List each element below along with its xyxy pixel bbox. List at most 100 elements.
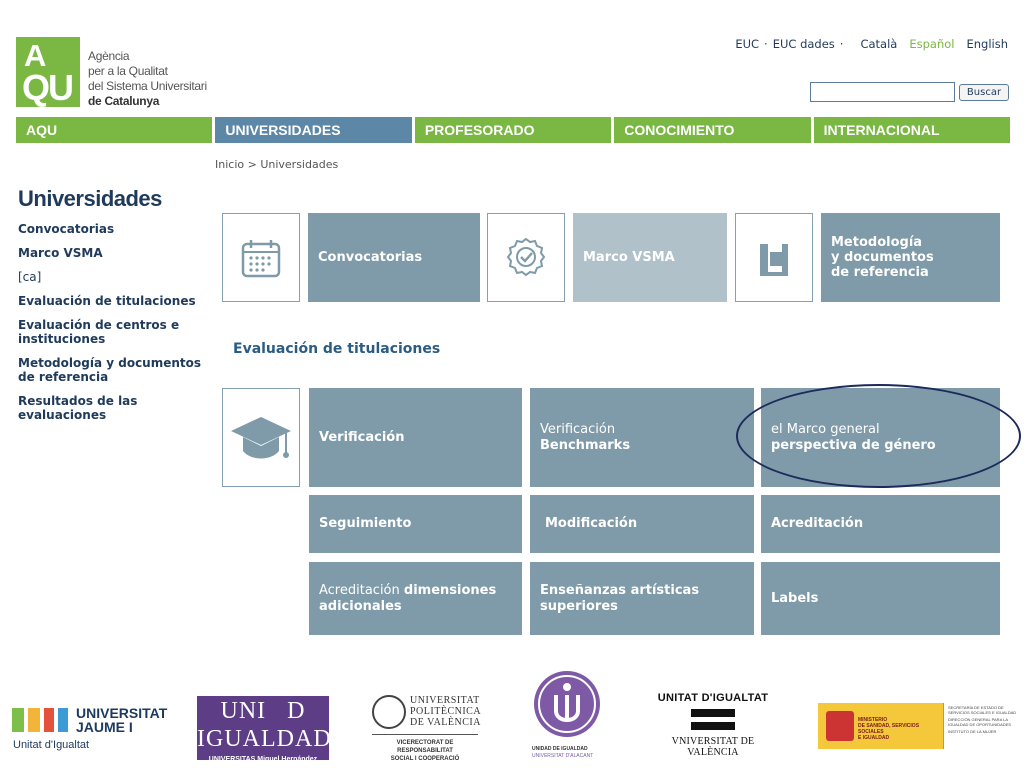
tile-line-bold: dimensiones bbox=[403, 582, 497, 598]
sidebar-menu: Convocatorias Marco VSMA [ca] Evaluación… bbox=[18, 222, 213, 432]
binder-icon bbox=[760, 243, 788, 276]
sidebar-item-ca[interactable]: [ca] bbox=[18, 270, 213, 284]
umh-igualdad-logo: UNI D IGUALDAD UNIVERSITAS Miguel Hernán… bbox=[197, 696, 332, 763]
annotation-ellipse bbox=[736, 384, 1021, 488]
tile-seguimiento[interactable]: Seguimiento bbox=[309, 495, 522, 553]
search-input[interactable] bbox=[810, 82, 955, 102]
ministerio-subunits: SECRETARÍA DE ESTADO DE SERVICIOS SOCIAL… bbox=[943, 703, 1018, 749]
section-title: Evaluación de titulaciones bbox=[233, 341, 441, 357]
logo-name-line: Agència bbox=[88, 49, 130, 63]
uji-name-line: UNIVERSITAT bbox=[76, 705, 168, 721]
ua-circle-icon bbox=[534, 671, 600, 737]
sidebar-item-convocatorias[interactable]: Convocatorias bbox=[18, 222, 213, 236]
logo-name-line: per a la Qualitat bbox=[88, 64, 168, 78]
tile-metodologia-line: de referencia bbox=[831, 265, 929, 280]
tile-labels[interactable]: Labels bbox=[761, 562, 1000, 635]
nav-internacional[interactable]: INTERNACIONAL bbox=[813, 117, 1011, 143]
aqu-logo-mark[interactable]: A QU bbox=[16, 37, 80, 108]
nav-profesorado[interactable]: PROFESORADO bbox=[414, 117, 612, 143]
logo-name-line: de Catalunya bbox=[88, 94, 160, 108]
nav-aqu[interactable]: AQU bbox=[16, 117, 213, 143]
uv-title: UNITAT D'IGUALTAT bbox=[657, 692, 769, 704]
ministerio-subunit: DIRECCIÓN GENERAL PARA LA IGUALDAD DE OP… bbox=[948, 717, 1012, 727]
upv-vice-line: SOCIAL I COOPERACIÓ bbox=[390, 756, 460, 762]
uv-igualtat-logo: UNITAT D'IGUALTAT VNIVERSITAT DE VALÈNCI… bbox=[648, 692, 778, 758]
ministerio-flag: MINISTERIO DE SANIDAD, SERVICIOS SOCIALE… bbox=[818, 703, 943, 749]
ministerio-subunit: INSTITUTO DE LA MUJER bbox=[948, 729, 997, 734]
tile-ensenanzas-artisticas[interactable]: Enseñanzas artísticas superiores bbox=[530, 562, 754, 635]
uv-bar bbox=[691, 709, 735, 717]
tile-line-bold: Benchmarks bbox=[540, 437, 631, 453]
ua-label: UNIDAD DE IGUALDAD bbox=[532, 746, 588, 752]
uji-logo-bars bbox=[12, 708, 70, 732]
upv-name-line: UNIVERSITAT bbox=[410, 695, 480, 706]
uji-logo-subtitle: Unitat d'Igualtat bbox=[13, 739, 90, 751]
upv-rule bbox=[372, 734, 478, 735]
top-links: EUC · EUC dades · Català Español English bbox=[735, 37, 1008, 51]
umh-top-right: D bbox=[287, 698, 306, 724]
tile-metodologia-line: y documentos bbox=[831, 250, 934, 265]
link-euc-dades[interactable]: EUC dades bbox=[773, 37, 835, 51]
aqu-logo-text[interactable]: Agència per a la Qualitat del Sistema Un… bbox=[88, 49, 207, 109]
graduation-tile[interactable] bbox=[222, 388, 300, 487]
main-nav: AQU UNIVERSIDADES PROFESORADO CONOCIMIEN… bbox=[16, 117, 1011, 143]
sidebar-item-evaluacion-titulaciones[interactable]: Evaluación de titulaciones bbox=[18, 294, 213, 308]
upv-vice-line: VICERECTORAT DE RESPONSABILITAT bbox=[396, 740, 454, 754]
ua-sublabel: UNIVERSITAT D'ALACANT bbox=[532, 753, 594, 759]
tile-line-bold: adicionales bbox=[319, 598, 402, 614]
tile-modificacion[interactable]: Modificación bbox=[530, 495, 754, 553]
sidebar-item-resultados[interactable]: Resultados de las evaluaciones bbox=[18, 394, 213, 422]
tile-verificacion[interactable]: Verificación bbox=[309, 388, 522, 487]
uji-name-line: JAUME I bbox=[76, 719, 133, 735]
page-title: Universidades bbox=[18, 186, 162, 211]
sidebar-item-evaluacion-centros[interactable]: Evaluación de centros e instituciones bbox=[18, 318, 213, 346]
uv-name: VNIVERSITAT DE VALÈNCIA bbox=[671, 736, 755, 758]
upv-name-line: DE VALÈNCIA bbox=[410, 717, 481, 728]
tile-convocatorias[interactable]: Convocatorias bbox=[308, 213, 480, 302]
uji-logo-name: UNIVERSITAT JAUME I bbox=[76, 706, 167, 734]
nav-conocimiento[interactable]: CONOCIMIENTO bbox=[614, 117, 811, 143]
upv-name-line: POLITÈCNICA bbox=[410, 706, 482, 717]
separator-dot: · bbox=[839, 37, 844, 51]
award-badge-icon bbox=[506, 237, 546, 276]
nav-universidades[interactable]: UNIVERSIDADES bbox=[215, 117, 412, 143]
sidebar-item-metodologia[interactable]: Metodología y documentos de referencia bbox=[18, 356, 213, 384]
calendar-tile[interactable] bbox=[222, 213, 300, 302]
sidebar-item-marco-vsma[interactable]: Marco VSMA bbox=[18, 246, 213, 260]
tile-marco-vsma[interactable]: Marco VSMA bbox=[573, 213, 727, 302]
umh-small: UNIVERSITAS Miguel Hernández bbox=[208, 756, 318, 763]
documents-tile[interactable] bbox=[735, 213, 813, 302]
separator-dot: · bbox=[764, 37, 768, 51]
search-button[interactable]: Buscar bbox=[959, 84, 1009, 101]
link-euc[interactable]: EUC bbox=[735, 37, 759, 51]
upv-logo: UNIVERSITAT POLITÈCNICA DE VALÈNCIA VICE… bbox=[372, 694, 482, 762]
tile-line-normal: Verificación bbox=[540, 421, 616, 437]
breadcrumb[interactable]: Inicio > Universidades bbox=[215, 158, 338, 171]
logo-letters-qu: QU bbox=[22, 67, 74, 108]
uv-bar bbox=[691, 722, 735, 730]
calendar-icon bbox=[241, 239, 281, 277]
umh-bottom: IGUALDAD bbox=[197, 726, 332, 752]
tile-acreditacion[interactable]: Acreditación bbox=[761, 495, 1000, 553]
ministerio-subunit: SECRETARÍA DE ESTADO DE SERVICIOS SOCIAL… bbox=[948, 705, 1017, 715]
tile-metodologia[interactable]: Metodología y documentos de referencia bbox=[821, 213, 1000, 302]
tile-acreditacion-dimensiones[interactable]: Acreditación dimensiones adicionales bbox=[309, 562, 522, 635]
graduation-cap-icon bbox=[231, 416, 291, 458]
ua-igualdad-logo: UNIDAD DE IGUALDAD UNIVERSITAT D'ALACANT bbox=[532, 671, 602, 763]
coat-of-arms-icon bbox=[826, 711, 854, 741]
ministerio-logo: MINISTERIO DE SANIDAD, SERVICIOS SOCIALE… bbox=[818, 703, 1018, 749]
lang-espanol[interactable]: Español bbox=[909, 37, 954, 51]
tile-metodologia-line: Metodología bbox=[831, 235, 923, 250]
umh-top: UNI bbox=[220, 698, 267, 724]
tile-line-bold: Enseñanzas artísticas bbox=[540, 582, 700, 598]
tile-verificacion-benchmarks[interactable]: Verificación Benchmarks bbox=[530, 388, 754, 487]
upv-seal-icon bbox=[372, 695, 406, 729]
ministerio-line: DE SANIDAD, SERVICIOS SOCIALES bbox=[858, 723, 920, 735]
tile-line-bold: superiores bbox=[540, 598, 618, 614]
badge-tile[interactable] bbox=[487, 213, 565, 302]
logo-name-line: del Sistema Universitari bbox=[88, 79, 207, 93]
lang-catala[interactable]: Català bbox=[860, 37, 897, 51]
ministerio-line: E IGUALDAD bbox=[858, 735, 890, 741]
tile-line-normal: Acreditación bbox=[319, 582, 404, 598]
lang-english[interactable]: English bbox=[966, 37, 1008, 51]
